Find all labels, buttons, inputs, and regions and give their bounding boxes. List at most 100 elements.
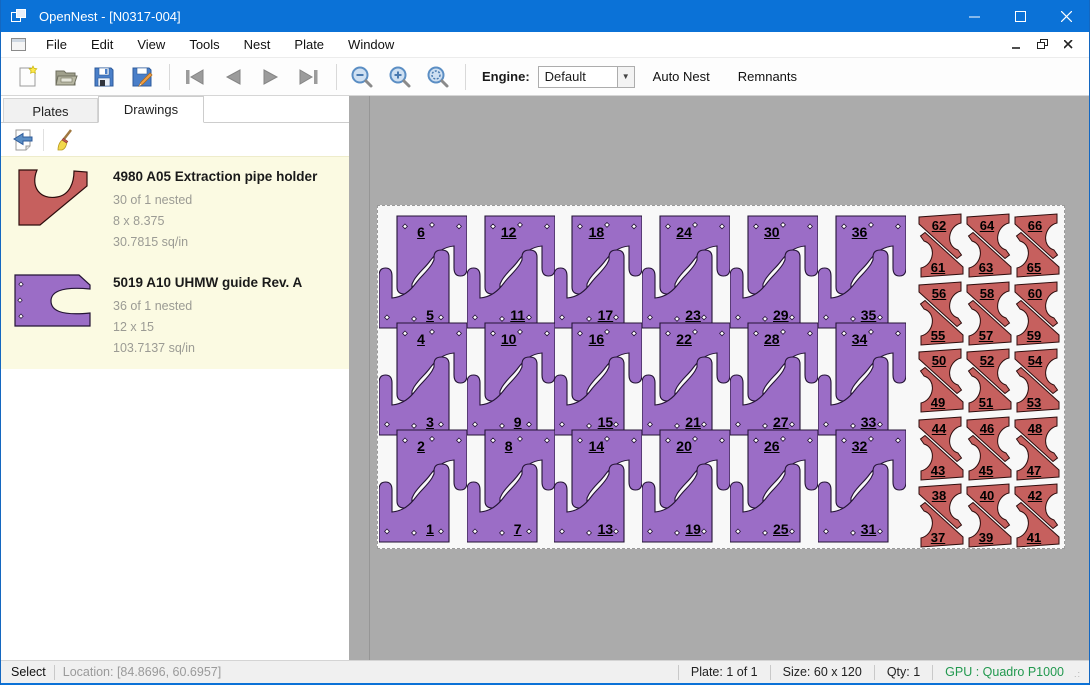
child-close-button[interactable]: [1057, 35, 1079, 55]
part-number: 53: [1027, 395, 1041, 410]
go-last-button[interactable]: [294, 62, 324, 92]
nested-part-pair[interactable]: 6665: [1013, 212, 1061, 280]
close-button[interactable]: [1043, 0, 1089, 32]
child-restore-button[interactable]: [1031, 35, 1053, 55]
drawing-item[interactable]: 4980 A05 Extraction pipe holder 30 of 1 …: [1, 157, 349, 263]
nested-part-pair[interactable]: 1413: [554, 428, 642, 544]
nested-part-pair[interactable]: 2221: [642, 321, 730, 437]
nested-part-pair[interactable]: 4039: [965, 482, 1013, 550]
part-number: 32: [852, 438, 868, 454]
menu-edit[interactable]: Edit: [79, 33, 125, 56]
part-number: 2: [417, 438, 425, 454]
drawing-area: 30.7815 sq/in: [113, 232, 343, 253]
import-drawing-button[interactable]: [9, 127, 37, 153]
menu-plate[interactable]: Plate: [282, 33, 336, 56]
go-next-button[interactable]: [256, 62, 286, 92]
nested-part-pair[interactable]: 5453: [1013, 347, 1061, 415]
zoom-in-button[interactable]: [385, 62, 415, 92]
nested-part-pair[interactable]: 87: [467, 428, 555, 544]
zoom-out-button[interactable]: [347, 62, 377, 92]
engine-select[interactable]: Default: [538, 66, 618, 88]
toolbar-separator: [465, 64, 466, 90]
nested-part-pair[interactable]: 1817: [554, 214, 642, 330]
menu-view[interactable]: View: [125, 33, 177, 56]
save-as-button[interactable]: [127, 62, 157, 92]
nested-part-pair[interactable]: 2019: [642, 428, 730, 544]
nested-part-pair[interactable]: 5049: [917, 347, 965, 415]
panel-tabbar: Plates Drawings: [1, 96, 349, 123]
nested-part-pair[interactable]: 2827: [730, 321, 818, 437]
main-toolbar: Engine: Default ▼ Auto Nest Remnants: [1, 57, 1089, 96]
minimize-button[interactable]: [951, 0, 997, 32]
go-previous-button[interactable]: [218, 62, 248, 92]
nested-part-pair[interactable]: 21: [379, 428, 467, 544]
nested-part-pair[interactable]: 42 41: [1013, 482, 1061, 550]
nested-part-pair[interactable]: 65: [379, 214, 467, 330]
nested-part-pair[interactable]: 4443: [917, 415, 965, 483]
nested-part-pair[interactable]: 2625: [730, 428, 818, 544]
part-number: 14: [589, 438, 605, 454]
open-folder-icon: [54, 65, 78, 89]
part-number: 50: [932, 353, 946, 368]
tab-drawings[interactable]: Drawings: [98, 96, 204, 123]
clean-button[interactable]: [50, 127, 78, 153]
zoom-fit-icon: [426, 65, 450, 89]
new-document-icon: [16, 65, 40, 89]
clean-broom-icon: [52, 128, 76, 152]
tab-plates[interactable]: Plates: [3, 98, 98, 122]
nested-part-pair[interactable]: 4847: [1013, 415, 1061, 483]
auto-nest-button[interactable]: Auto Nest: [643, 64, 720, 89]
part-number: 38: [932, 488, 946, 503]
part-number: 63: [979, 260, 993, 275]
menu-nest[interactable]: Nest: [232, 33, 283, 56]
nested-part-pair[interactable]: 3433: [818, 321, 906, 437]
part-number: 24: [676, 224, 692, 240]
zoom-fit-button[interactable]: [423, 62, 453, 92]
nested-part-pair[interactable]: 32 31: [818, 428, 906, 544]
zoom-in-icon: [388, 65, 412, 89]
menu-file[interactable]: File: [34, 33, 79, 56]
part-number: 52: [980, 353, 994, 368]
child-minimize-button[interactable]: [1005, 35, 1027, 55]
open-button[interactable]: [51, 62, 81, 92]
engine-dropdown-arrow[interactable]: ▼: [618, 66, 635, 88]
nested-part-pair[interactable]: 6059: [1013, 280, 1061, 348]
nested-part-pair[interactable]: 109: [467, 321, 555, 437]
nested-part-pair[interactable]: 1211: [467, 214, 555, 330]
part-number: 41: [1027, 530, 1041, 545]
resize-grip[interactable]: .:: [1074, 669, 1086, 681]
nested-part-pair[interactable]: 5251: [965, 347, 1013, 415]
nested-part-pair[interactable]: 3635: [818, 214, 906, 330]
save-button[interactable]: [89, 62, 119, 92]
drawing-item[interactable]: 5019 A10 UHMW guide Rev. A 36 of 1 neste…: [1, 263, 349, 369]
nested-part-pair[interactable]: 3029: [730, 214, 818, 330]
menu-tools[interactable]: Tools: [177, 33, 231, 56]
nested-part-pair[interactable]: 4645: [965, 415, 1013, 483]
menu-window[interactable]: Window: [336, 33, 406, 56]
nested-part-pair[interactable]: 6261: [917, 212, 965, 280]
mdi-child-icon[interactable]: [11, 38, 26, 51]
nested-part-pair[interactable]: 43: [379, 321, 467, 437]
go-next-icon: [261, 68, 281, 86]
part-number: 44: [932, 421, 946, 436]
nested-part-pair[interactable]: 6463: [965, 212, 1013, 280]
remnants-button[interactable]: Remnants: [728, 64, 807, 89]
go-last-icon: [298, 68, 320, 86]
plate-sheet[interactable]: 6512111817242330293635431091615222128273…: [377, 205, 1065, 549]
nested-part-pair[interactable]: 3837: [917, 482, 965, 550]
go-first-button[interactable]: [180, 62, 210, 92]
nested-part-pair[interactable]: 5857: [965, 280, 1013, 348]
nested-part-pair[interactable]: 1615: [554, 321, 642, 437]
part-number: 61: [931, 260, 945, 275]
part-number: 36: [852, 224, 868, 240]
part-number: 30: [764, 224, 780, 240]
drawing-nested: 30 of 1 nested: [113, 190, 343, 211]
nested-part-pair[interactable]: 2423: [642, 214, 730, 330]
nest-canvas[interactable]: 6512111817242330293635431091615222128273…: [349, 96, 1089, 660]
part-number: 31: [861, 521, 877, 537]
new-document-button[interactable]: [13, 62, 43, 92]
part-number: 42: [1028, 488, 1042, 503]
maximize-button[interactable]: [997, 0, 1043, 32]
part-number: 22: [676, 331, 692, 347]
nested-part-pair[interactable]: 5655: [917, 280, 965, 348]
